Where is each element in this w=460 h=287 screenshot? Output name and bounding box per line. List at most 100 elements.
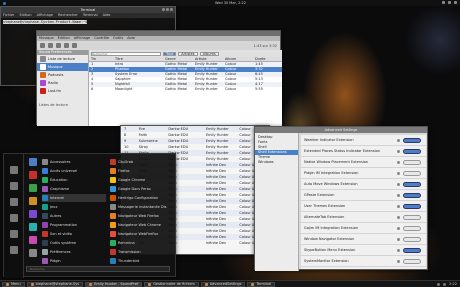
launcher-app-item[interactable]: Heritrigo Configuration [110,194,174,202]
player-menu-help[interactable]: Aide [127,36,135,41]
col-title[interactable]: Titre [115,57,165,61]
gear-icon[interactable] [397,183,400,186]
category-icon[interactable] [29,249,37,257]
top-clock[interactable]: Wed 30 Mar, 2:22 [215,1,246,5]
repeat-icon[interactable] [64,43,69,48]
launcher-app-item[interactable]: Navigateur Web Chrome [110,221,174,229]
extension-toggle[interactable] [403,171,421,176]
launcher-app-item[interactable]: Google Chrome [110,176,174,184]
gear-icon[interactable] [397,194,400,197]
extension-toggle[interactable] [403,237,421,242]
extension-toggle[interactable] [403,149,421,154]
filter-albums-button[interactable]: Albums [199,51,219,56]
launcher-app-item[interactable]: Accès universel [42,167,106,175]
lock-icon[interactable] [9,214,18,222]
col-artist[interactable]: Artiste [195,57,225,61]
volume-icon[interactable] [448,1,451,4]
category-icon[interactable] [29,171,37,179]
sidebar-item-playlists[interactable]: Liste de lecture [37,55,88,63]
files-icon[interactable] [9,166,18,174]
user-menu-icon[interactable] [454,1,457,4]
launcher-app-item[interactable]: Jeux [42,203,106,211]
extension-toggle[interactable] [403,138,421,143]
extension-toggle[interactable] [403,215,421,220]
category-icon[interactable] [29,184,37,192]
player-menu-tools[interactable]: Outils [113,36,123,41]
previous-icon[interactable] [40,43,45,48]
shuffle-icon[interactable] [72,43,77,48]
launcher-app-item[interactable]: Navigateur WebFireFox [110,230,174,238]
launcher-app-item[interactable]: Internet [42,194,106,202]
col-album[interactable]: Album [225,57,255,61]
settings-icon[interactable] [9,198,18,206]
launcher-app-item[interactable]: Transmission [110,248,174,256]
next-icon[interactable] [56,43,61,48]
launcher-app-item[interactable]: Firefox [110,167,174,175]
taskbar-button[interactable]: Menu [2,281,25,287]
terminal-icon[interactable] [9,182,18,190]
terminal-titlebar[interactable]: Terminal [1,7,175,13]
settings-nav-item[interactable]: Windows [255,160,298,165]
play-icon[interactable] [48,43,53,48]
player-menu-music[interactable]: Musique [39,36,54,41]
maximize-icon[interactable] [166,8,169,11]
minimize-icon[interactable] [162,8,165,11]
extension-toggle[interactable] [403,204,421,209]
sidebar-item-podcasts[interactable]: Podcasts [37,71,88,79]
gear-icon[interactable] [397,238,400,241]
player-menu-view[interactable]: Affichage [74,36,90,41]
launcher-app-item[interactable]: Accessoires [42,158,106,166]
launcher-app-item[interactable]: Navigateur Web Firefox [110,212,174,220]
player-menu-edit[interactable]: Édition [58,36,70,41]
launcher-app-item[interactable]: Outils système [42,239,106,247]
menu-help[interactable]: Aide [103,13,111,18]
launcher-app-item[interactable]: Pidgin [42,257,106,265]
launcher-app-item[interactable]: Remmina [110,239,174,247]
extension-toggle[interactable] [403,226,421,231]
sidebar-item-radio[interactable]: Radio [37,79,88,87]
notification-icon[interactable] [437,282,441,286]
close-icon[interactable] [170,8,173,11]
player-menu-control[interactable]: Contrôle [94,36,109,41]
category-icon[interactable] [29,197,37,205]
gear-icon[interactable] [397,216,400,219]
col-genre[interactable]: Genre [165,57,195,61]
extension-toggle[interactable] [403,160,421,165]
category-icon[interactable] [29,236,37,244]
filter-all-button[interactable]: Tout [163,51,177,56]
taskbar-button[interactable]: stephane@stephane-Sys [26,281,84,287]
launcher-app-item[interactable]: Messagerie instantanée Dis [110,203,174,211]
filter-artists-button[interactable]: Artistes [178,51,198,56]
network-icon[interactable] [442,1,445,4]
category-icon[interactable] [29,210,37,218]
bottom-clock[interactable]: 2:22 [449,282,457,286]
launcher-app-item[interactable]: Éducation [42,176,106,184]
taskbar-button[interactable]: Emily Hunter - SoundPref [85,281,143,287]
gear-icon[interactable] [397,227,400,230]
category-icon[interactable] [29,223,37,231]
menu-edit[interactable]: Édition [19,13,31,18]
launcher-app-item[interactable]: Programmation [42,221,106,229]
logout-icon[interactable] [9,230,18,238]
taskbar-button[interactable]: Terminal [247,281,276,287]
category-icon[interactable] [29,158,37,166]
gear-icon[interactable] [397,260,400,263]
table-row[interactable]: 6 Moonlight Gothic Metal Emily Hunter Colour… [89,87,282,92]
sidebar-item-lastfm[interactable]: Last.fm [37,87,88,95]
gear-icon[interactable] [397,139,400,142]
taskbar-button[interactable]: AdvancedSettings [200,281,246,287]
menu-search[interactable]: Rechercher [58,13,78,18]
extension-toggle[interactable] [403,248,421,253]
activities-icon[interactable] [3,1,6,5]
col-track[interactable]: Trk [89,57,115,61]
extension-toggle[interactable] [403,193,421,198]
menu-view[interactable]: Affichage [37,13,53,18]
menu-file[interactable]: Fichier [3,13,14,18]
power-icon[interactable] [9,246,18,254]
taskbar-button[interactable]: Gestionnaire de fichiers [144,281,199,287]
sidebar-item-music[interactable]: Musique [37,63,88,71]
gear-icon[interactable] [397,249,400,252]
extension-toggle[interactable] [403,182,421,187]
launcher-app-item[interactable]: Autres [42,212,106,220]
launcher-app-item[interactable]: Son et vidéo [42,230,106,238]
